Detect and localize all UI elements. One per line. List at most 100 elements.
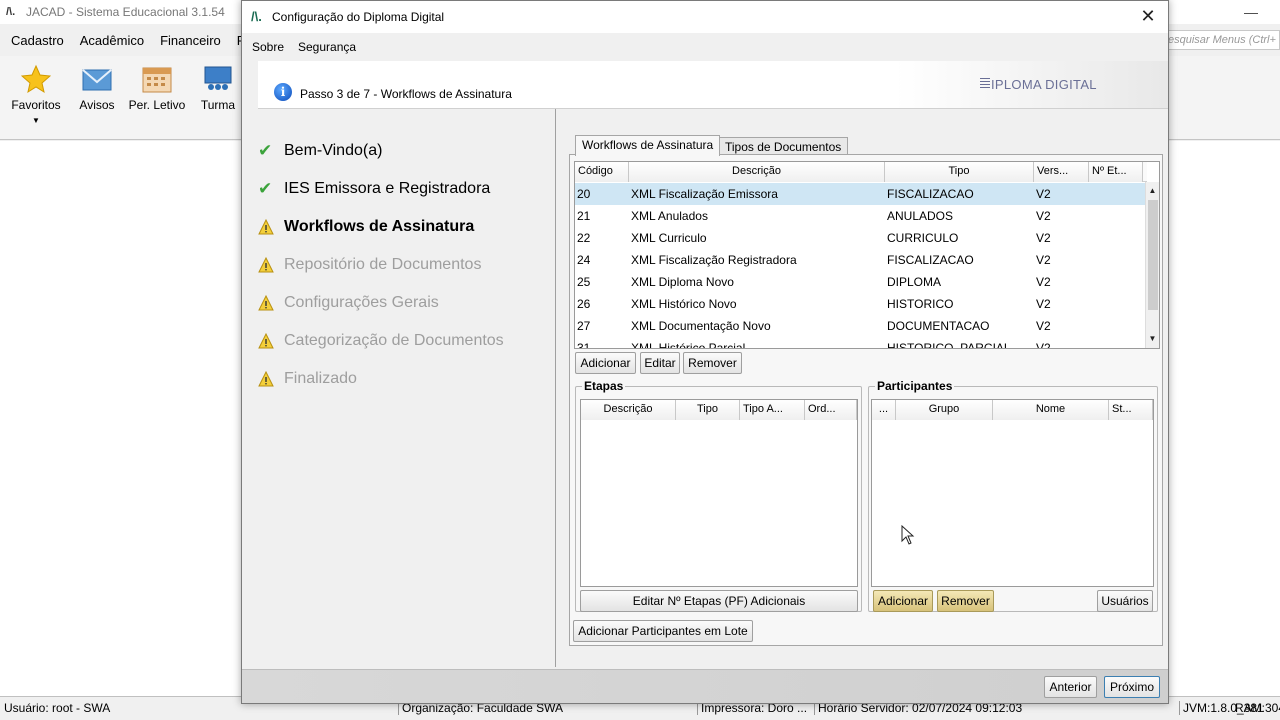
dialog-title: Configuração do Diploma Digital: [272, 10, 445, 24]
table-row[interactable]: 26 XML Histórico Novo HISTORICO V2: [575, 293, 1147, 315]
menu-cadastro[interactable]: Cadastro: [11, 33, 64, 48]
column-header[interactable]: Descrição: [629, 162, 885, 182]
diploma-digital-logo: IPLOMA DIGITAL: [980, 77, 1097, 92]
envelope-icon: [81, 64, 113, 94]
table-cell: 31: [577, 341, 591, 349]
table-header: Descrição Tipo Tipo A... Ord...: [581, 400, 857, 420]
remove-participant-button[interactable]: Remover: [937, 590, 994, 612]
table-cell: XML Fiscalização Emissora: [631, 187, 778, 201]
wizard-header: i Passo 3 de 7 - Workflows de Assinatura…: [258, 61, 1168, 109]
column-header[interactable]: Ord...: [805, 400, 857, 420]
column-header[interactable]: Vers...: [1034, 162, 1089, 182]
table-row[interactable]: 22 XML Curriculo CURRICULO V2: [575, 227, 1147, 249]
step-text: Categorização de Documentos: [284, 332, 504, 349]
toolbar-turma[interactable]: Turma: [196, 64, 240, 112]
toolbar-label: Per. Letivo: [128, 98, 186, 112]
toolbar-favoritos[interactable]: Favoritos ▼: [10, 64, 62, 125]
scroll-thumb[interactable]: [1148, 200, 1158, 310]
close-icon[interactable]: ✕: [1136, 5, 1160, 29]
table-row[interactable]: 21 XML Anulados ANULADOS V2: [575, 205, 1147, 227]
wizard-step-config-gerais: Configurações Gerais: [258, 292, 439, 314]
menu-search-input[interactable]: esquisar Menus (Ctrl+: [1165, 30, 1280, 50]
table-row[interactable]: 24 XML Fiscalização Registradora FISCALIZA…: [575, 249, 1147, 271]
workflows-table: Código Descrição Tipo Vers... Nº Et... 2…: [574, 161, 1160, 349]
wizard-steps: ✔ Bem-Vindo(a) ✔ IES Emissora e Registra…: [242, 109, 556, 667]
etapas-table: Descrição Tipo Tipo A... Ord...: [580, 399, 858, 587]
menu-financeiro[interactable]: Financeiro: [160, 33, 221, 48]
minimize-icon[interactable]: —: [1244, 0, 1258, 24]
etapas-group: Etapas Descrição Tipo Tipo A... Ord... E…: [575, 379, 862, 612]
toolbar-label: Favoritos: [11, 98, 61, 112]
remove-workflow-button[interactable]: Remover: [683, 352, 742, 374]
warning-icon: [258, 294, 274, 311]
app-title: JACAD - Sistema Educacional 3.1.54: [26, 5, 225, 19]
table-cell: 27: [577, 319, 591, 333]
table-cell: 24: [577, 253, 591, 267]
table-cell: V2: [1036, 319, 1051, 333]
table-cell: FISCALIZACAO: [887, 253, 974, 267]
toolbar-per-letivo[interactable]: Per. Letivo: [126, 64, 188, 112]
toolbar-avisos[interactable]: Avisos: [74, 64, 120, 112]
column-header[interactable]: Tipo A...: [740, 400, 805, 420]
back-button[interactable]: Anterior: [1044, 676, 1097, 698]
table-cell: XML Histórico Novo: [631, 297, 737, 311]
check-icon: ✔: [258, 141, 273, 160]
scroll-down-icon[interactable]: ▼: [1146, 332, 1159, 346]
table-cell: DIPLOMA: [887, 275, 942, 289]
table-cell: 25: [577, 275, 591, 289]
brand-text: IPLOMA DIGITAL: [991, 77, 1097, 92]
warning-icon: [258, 332, 274, 349]
column-header[interactable]: Tipo: [885, 162, 1034, 182]
step-text: Bem-Vindo(a): [284, 142, 383, 159]
dialog-footer: Anterior Próximo: [242, 669, 1168, 703]
add-participant-button[interactable]: Adicionar: [873, 590, 933, 612]
table-row[interactable]: 27 XML Documentação Novo DOCUMENTACAO V2: [575, 315, 1147, 337]
wizard-step-repositorio: Repositório de Documentos: [258, 254, 481, 276]
table-cell: V2: [1036, 297, 1051, 311]
workflows-tab-panel: Código Descrição Tipo Vers... Nº Et... 2…: [569, 154, 1163, 646]
table-cell: 26: [577, 297, 591, 311]
table-cell: V2: [1036, 231, 1051, 245]
add-workflow-button[interactable]: Adicionar: [575, 352, 636, 374]
wizard-step-workflows: Workflows de Assinatura: [258, 216, 474, 238]
tab-workflows[interactable]: Workflows de Assinatura: [575, 135, 721, 156]
menu-academico[interactable]: Acadêmico: [80, 33, 144, 48]
status-user: Usuário: root - SWA: [4, 701, 111, 715]
menu-sobre[interactable]: Sobre: [252, 40, 284, 54]
column-header[interactable]: Código: [575, 162, 629, 182]
table-row[interactable]: 25 XML Diploma Novo DIPLOMA V2: [575, 271, 1147, 293]
column-header[interactable]: Nome: [993, 400, 1109, 420]
warning-icon: [258, 218, 274, 235]
mouse-cursor-icon: [901, 525, 915, 545]
edit-workflow-button[interactable]: Editar: [640, 352, 680, 374]
column-header[interactable]: Tipo: [676, 400, 740, 420]
column-header[interactable]: Nº Et...: [1089, 162, 1143, 182]
table-cell: CURRICULO: [887, 231, 959, 245]
next-button[interactable]: Próximo: [1104, 676, 1160, 698]
table-cell: DOCUMENTACAO: [887, 319, 990, 333]
table-cell: FISCALIZACAO: [887, 187, 974, 201]
jacad-logo-icon: /\.: [251, 9, 262, 24]
table-row[interactable]: 20 XML Fiscalização Emissora FISCALIZACAO V…: [575, 183, 1147, 205]
table-row[interactable]: 31 XML Histórico Parcial HISTORICO_PARCIAL…: [575, 337, 1147, 349]
participantes-title: Participantes: [875, 379, 955, 393]
dialog-menu-bar: Sobre Segurança: [242, 33, 1168, 61]
column-header[interactable]: St...: [1109, 400, 1153, 420]
diploma-logo-icon: [980, 78, 990, 90]
menu-seguranca[interactable]: Segurança: [298, 40, 356, 54]
column-header[interactable]: Descrição: [581, 400, 676, 420]
scroll-up-icon[interactable]: ▲: [1146, 184, 1159, 198]
warning-icon: [258, 370, 274, 387]
edit-etapas-button[interactable]: Editar Nº Etapas (PF) Adicionais: [580, 590, 858, 612]
column-header[interactable]: Grupo: [896, 400, 993, 420]
column-header[interactable]: ...: [872, 400, 896, 420]
participantes-group: Participantes ... Grupo Nome St... Adici…: [868, 379, 1158, 612]
workflows-scrollbar[interactable]: ▲ ▼: [1145, 182, 1159, 348]
table-cell: V2: [1036, 187, 1051, 201]
batch-add-participants-button[interactable]: Adicionar Participantes em Lote: [573, 620, 753, 642]
users-button[interactable]: Usuários: [1097, 590, 1153, 612]
table-cell: XML Fiscalização Registradora: [631, 253, 797, 267]
table-header: ... Grupo Nome St...: [872, 400, 1153, 420]
wizard-step-ies: ✔ IES Emissora e Registradora: [258, 178, 490, 200]
check-icon: ✔: [258, 179, 273, 198]
